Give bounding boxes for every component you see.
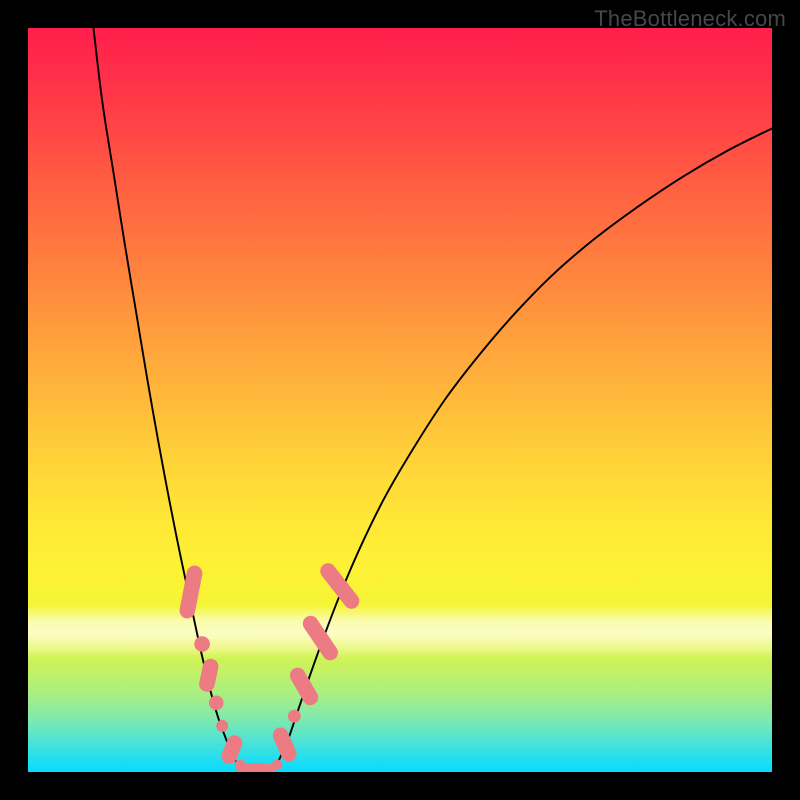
data-capsule bbox=[236, 763, 275, 772]
curve-overlay bbox=[28, 28, 772, 772]
data-point bbox=[272, 759, 282, 769]
data-capsule bbox=[300, 613, 341, 664]
data-point bbox=[209, 696, 224, 711]
bottleneck-curve bbox=[93, 28, 772, 771]
data-capsule bbox=[270, 725, 299, 764]
data-point bbox=[288, 710, 301, 723]
plot-area bbox=[28, 28, 772, 772]
data-capsule bbox=[198, 657, 220, 693]
data-capsule bbox=[178, 564, 204, 620]
data-point bbox=[194, 636, 210, 652]
data-point bbox=[216, 720, 228, 732]
data-capsule bbox=[317, 560, 362, 612]
chart-frame: TheBottleneck.com bbox=[0, 0, 800, 800]
data-capsule bbox=[287, 665, 321, 708]
watermark-text: TheBottleneck.com bbox=[594, 6, 786, 32]
